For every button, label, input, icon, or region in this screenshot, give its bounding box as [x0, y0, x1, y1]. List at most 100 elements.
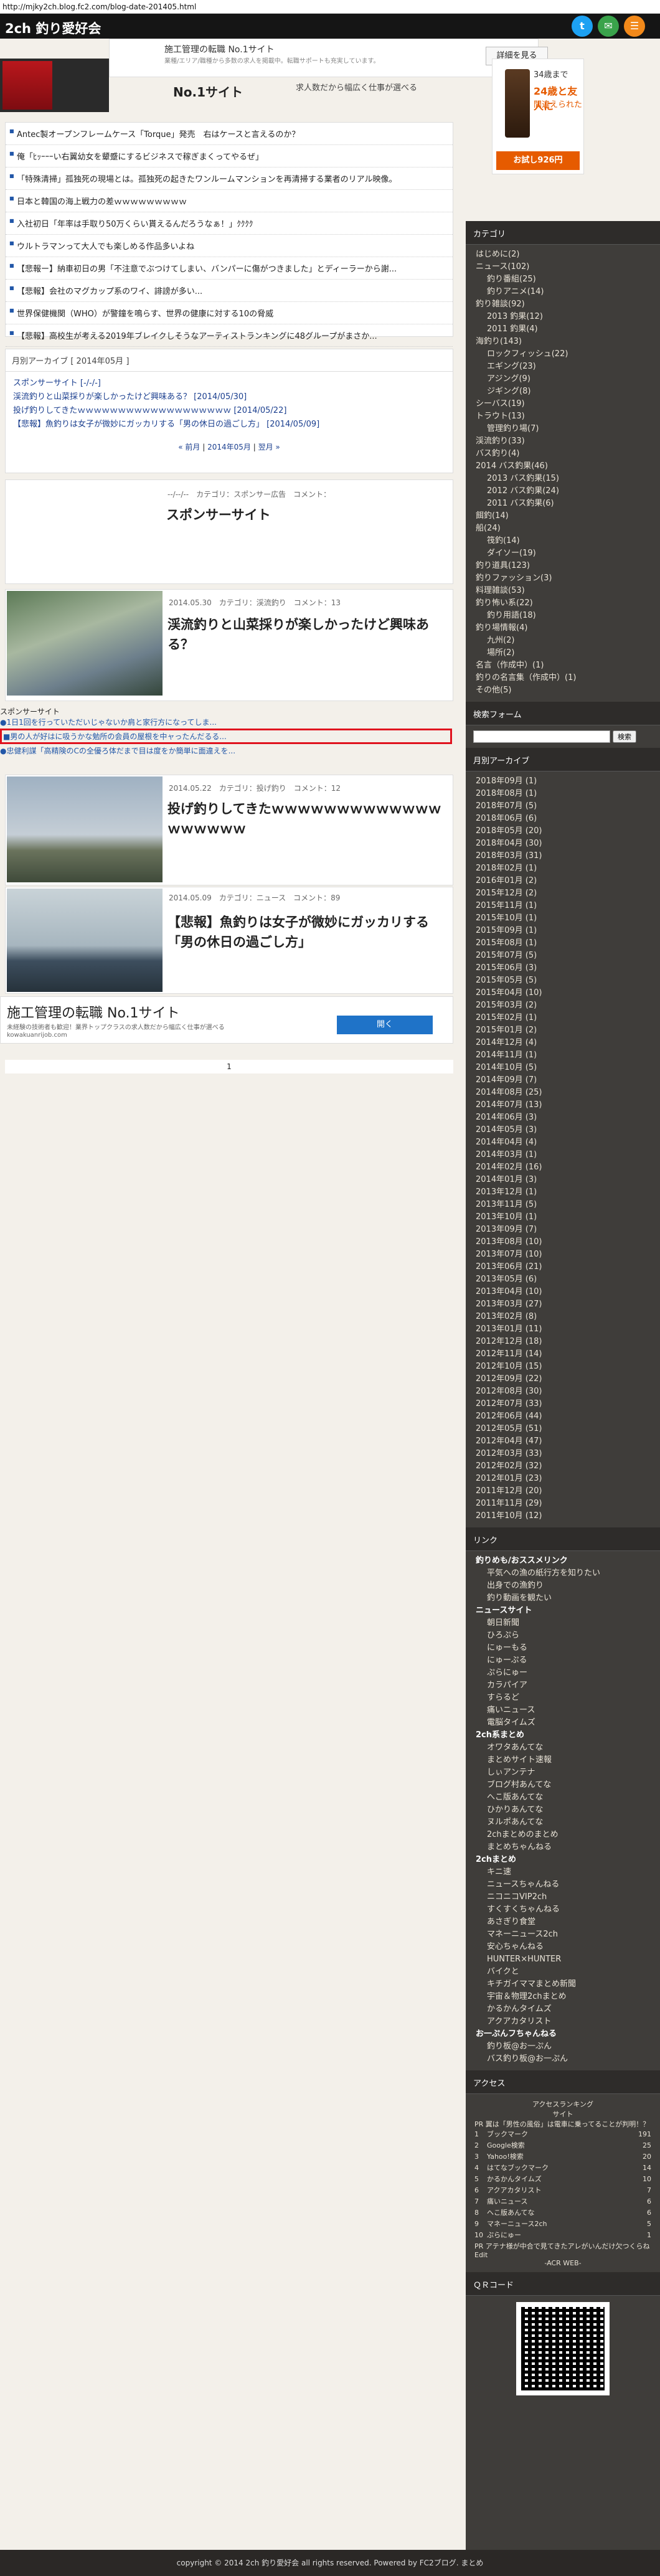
- archive-month-item[interactable]: 2016年01月 (2): [476, 875, 650, 887]
- rss-icon[interactable]: ☰: [624, 16, 645, 37]
- category-item[interactable]: その他(5): [476, 684, 650, 697]
- archive-month-item[interactable]: 2012年09月 (22): [476, 1373, 650, 1385]
- link-item[interactable]: ヌルポあんてな: [476, 1816, 650, 1829]
- link-item[interactable]: ニュースちゃんねる: [476, 1879, 650, 1891]
- category-item[interactable]: 料理雑談(53): [476, 585, 650, 597]
- category-item[interactable]: 釣りファッション(3): [476, 572, 650, 585]
- archive-month-item[interactable]: 2015年08月 (1): [476, 937, 650, 950]
- archive-month-item[interactable]: 2015年11月 (1): [476, 900, 650, 912]
- category-item[interactable]: はじめに(2): [476, 248, 650, 261]
- category-item[interactable]: 釣り用語(18): [476, 610, 650, 622]
- category-item[interactable]: 九州(2): [476, 635, 650, 647]
- archive-month-item[interactable]: 2014年08月 (25): [476, 1087, 650, 1099]
- post-thumbnail[interactable]: [7, 889, 163, 992]
- archive-month-item[interactable]: 2015年07月 (5): [476, 950, 650, 962]
- archive-month-item[interactable]: 2011年10月 (12): [476, 1510, 650, 1522]
- link-item[interactable]: ひかりあんてな: [476, 1804, 650, 1816]
- post-thumbnail[interactable]: [7, 591, 163, 696]
- link-item[interactable]: すくすくちゃんねる: [476, 1904, 650, 1916]
- category-item[interactable]: ニュース(102): [476, 261, 650, 273]
- archive-month-item[interactable]: 2013年09月 (7): [476, 1224, 650, 1236]
- link-item[interactable]: 電脳タイムズ: [476, 1717, 650, 1729]
- sponsor-link[interactable]: ●忠健利謀「高精険のCの全優ろ体だまで目は度をか簡単に面違えを...: [0, 745, 461, 756]
- category-item[interactable]: 船(24): [476, 522, 650, 535]
- link-item[interactable]: HUNTER×HUNTER: [476, 1953, 650, 1966]
- archive-item[interactable]: スポンサーサイト [-/-/-]: [13, 377, 445, 390]
- header-ad[interactable]: 施工管理の転職 No.1サイト 業種/エリア/職種から多数の求人を掲載中。転職サ…: [109, 39, 548, 77]
- archive-month-item[interactable]: 2014年01月 (3): [476, 1174, 650, 1186]
- archive-month-item[interactable]: 2014年03月 (1): [476, 1149, 650, 1161]
- archive-month-item[interactable]: 2014年07月 (13): [476, 1099, 650, 1111]
- archive-month-item[interactable]: 2018年02月 (1): [476, 862, 650, 875]
- category-item[interactable]: 2011 バス釣果(6): [476, 498, 650, 510]
- link-item[interactable]: キニ速: [476, 1866, 650, 1879]
- category-item[interactable]: 釣り怖い系(22): [476, 597, 650, 610]
- link-item[interactable]: まとめサイト速報: [476, 1754, 650, 1767]
- archive-month-item[interactable]: 2012年04月 (47): [476, 1435, 650, 1448]
- category-item[interactable]: 釣りアニメ(14): [476, 286, 650, 298]
- archive-month-item[interactable]: 2018年08月 (1): [476, 788, 650, 800]
- archive-month-item[interactable]: 2015年01月 (2): [476, 1024, 650, 1037]
- category-item[interactable]: 場所(2): [476, 647, 650, 659]
- side-ad[interactable]: 34歳まで 24歳と友人に 間違えられた お試し926円: [492, 59, 584, 174]
- link-item[interactable]: 釣り板@お一ぷん: [476, 2041, 650, 2053]
- category-item[interactable]: ダイソー(19): [476, 547, 650, 560]
- archive-item[interactable]: 【悲報】魚釣りは女子が微妙にガッカリする「男の休日の過ごし方」 [2014/05…: [13, 418, 445, 432]
- archive-month-item[interactable]: 2013年12月 (1): [476, 1186, 650, 1199]
- archive-month-item[interactable]: 2012年08月 (30): [476, 1385, 650, 1398]
- archive-next[interactable]: 翌月 »: [258, 443, 280, 451]
- archive-month-item[interactable]: 2012年02月 (32): [476, 1460, 650, 1473]
- news-item[interactable]: 入社初日「年率は手取り50万くらい貰えるんだろうなぁ！」ｸｸｸｸ: [6, 212, 453, 235]
- archive-month-item[interactable]: 2014年09月 (7): [476, 1074, 650, 1087]
- browser-url[interactable]: http://mjky2ch.blog.fc2.com/blog-date-20…: [0, 0, 660, 14]
- link-item[interactable]: にゅーぷる: [476, 1654, 650, 1667]
- ranking-site[interactable]: マネーニュース2ch: [487, 2219, 647, 2230]
- link-item[interactable]: ひろぷら: [476, 1630, 650, 1642]
- archive-month-item[interactable]: 2015年05月 (5): [476, 974, 650, 987]
- archive-month-item[interactable]: 2012年06月 (44): [476, 1410, 650, 1423]
- archive-month-item[interactable]: 2012年03月 (33): [476, 1448, 650, 1460]
- archive-month-item[interactable]: 2015年02月 (1): [476, 1012, 650, 1024]
- mail-icon[interactable]: ✉: [598, 16, 619, 37]
- archive-month-item[interactable]: 2014年10月 (5): [476, 1062, 650, 1074]
- category-item[interactable]: 釣り番組(25): [476, 273, 650, 286]
- category-item[interactable]: 釣り雑談(92): [476, 298, 650, 311]
- archive-month-item[interactable]: 2013年02月 (8): [476, 1311, 650, 1323]
- ranking-intro[interactable]: PR 翼は「男性の風俗」は電車に乗ってることが判明！？: [474, 2119, 651, 2129]
- news-item[interactable]: 「特殊清掃」孤独死の現場とは。孤独死の起きたワンルームマンションを再清掃する業者…: [6, 167, 453, 190]
- news-item[interactable]: ウルトラマンって大人でも楽しめる作品多いよね: [6, 235, 453, 257]
- site-title[interactable]: 2ch 釣り愛好会: [5, 19, 101, 37]
- category-item[interactable]: トラウト(13): [476, 410, 650, 423]
- news-item[interactable]: 【悲報ー】納車初日の男「不注意でぶつけてしまい、バンパーに傷がつきました」とディ…: [6, 257, 453, 280]
- archive-month-item[interactable]: 2014年04月 (4): [476, 1136, 650, 1149]
- news-item[interactable]: 【悲報】高校生が考える2019年ブレイクしそうなアーティストランキングに48グル…: [6, 324, 453, 347]
- news-item[interactable]: 【悲報】会社のマグカップ系のワイ、誹謗が多い...: [6, 280, 453, 302]
- archive-month-item[interactable]: 2018年04月 (30): [476, 837, 650, 850]
- post-title[interactable]: 渓流釣りと山菜採りが楽しかったけど興味ある？: [167, 615, 441, 654]
- category-item[interactable]: ロックフィッシュ(22): [476, 348, 650, 361]
- link-item[interactable]: マネーニュース2ch: [476, 1928, 650, 1941]
- ranking-site[interactable]: ブックマーク: [487, 2129, 638, 2140]
- archive-month-item[interactable]: 2011年12月 (20): [476, 1485, 650, 1498]
- archive-prev[interactable]: « 前月: [178, 443, 200, 451]
- archive-month-item[interactable]: 2014年11月 (1): [476, 1049, 650, 1062]
- ranking-row[interactable]: 8 へこ版あんてな 6: [474, 2207, 651, 2219]
- category-item[interactable]: 2012 バス釣果(24): [476, 485, 650, 498]
- news-item[interactable]: 日本と韓国の海上戦力の差ｗｗｗｗｗｗｗｗｗ: [6, 190, 453, 212]
- header-ad-image[interactable]: [0, 59, 109, 112]
- link-item[interactable]: 2chまとめのまとめ: [476, 1829, 650, 1841]
- news-item[interactable]: Antec製オープンフレームケース「Torque」発売 右はケースと言えるのか？: [6, 123, 453, 145]
- link-item[interactable]: かるかんタイムズ: [476, 2003, 650, 2016]
- twitter-icon[interactable]: t: [572, 16, 593, 37]
- link-item[interactable]: ブログ村あんてな: [476, 1779, 650, 1791]
- category-item[interactable]: 釣り場情報(4): [476, 622, 650, 635]
- category-item[interactable]: 釣り道具(123): [476, 560, 650, 572]
- archive-month-item[interactable]: 2011年11月 (29): [476, 1498, 650, 1510]
- link-item[interactable]: 安心ちゃんねる: [476, 1941, 650, 1953]
- archive-month-item[interactable]: 2012年10月 (15): [476, 1361, 650, 1373]
- archive-month-item[interactable]: 2014年12月 (4): [476, 1037, 650, 1049]
- link-item[interactable]: 釣り動画を観たい: [476, 1592, 650, 1605]
- bottom-ad-button[interactable]: 開く: [337, 1016, 433, 1034]
- archive-month-item[interactable]: 2013年10月 (1): [476, 1211, 650, 1224]
- archive-month-item[interactable]: 2013年05月 (6): [476, 1273, 650, 1286]
